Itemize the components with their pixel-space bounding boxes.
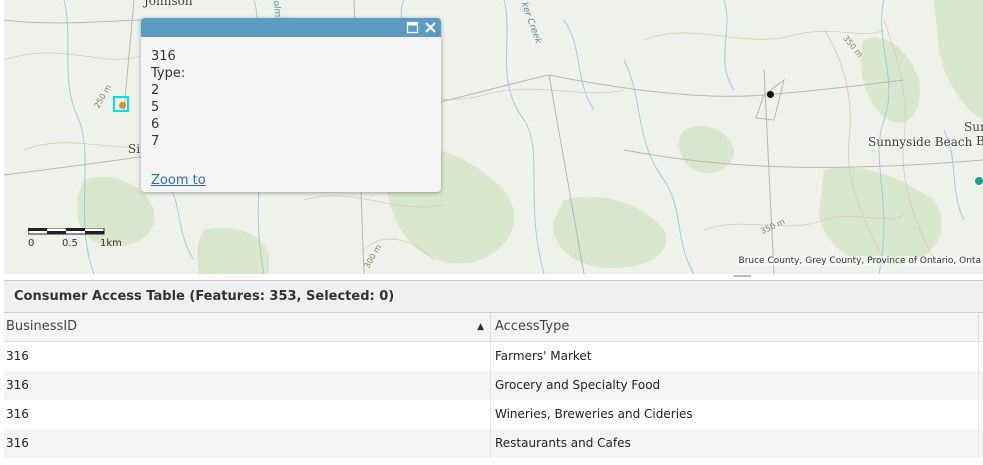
selected-business-marker[interactable] (119, 102, 126, 109)
place-label-sun-partial: Sun (964, 120, 983, 134)
popup-business-id: 316 (151, 49, 176, 64)
grid-header: BusinessID ▲ AccessType (4, 313, 983, 342)
column-header-businessid[interactable]: BusinessID ▲ (4, 313, 491, 341)
popup-type-label: Type: (151, 66, 186, 81)
maximize-icon[interactable] (405, 20, 420, 35)
popup-type-value: 7 (151, 134, 160, 149)
sort-ascending-icon[interactable]: ▲ (477, 313, 484, 341)
scale-label-0: 0 (28, 238, 35, 249)
place-label-sunnyside-beach: Sunnyside Beach (868, 135, 973, 149)
place-label-b-partial: B (976, 134, 983, 148)
splitter-handle[interactable] (733, 275, 751, 277)
table-row[interactable]: 316 Wineries, Breweries and Cideries (4, 400, 983, 429)
table-row[interactable]: 316 Farmers' Market (4, 342, 983, 371)
table-row[interactable]: 316 Restaurants and Cafes (4, 429, 983, 458)
feature-popup: 316 Type: 2 5 6 7 Zoom to (141, 18, 441, 192)
popup-type-value: 2 (151, 83, 160, 98)
map-view[interactable]: Johnson Si Sunnyside Beach Sun B 250 m 3… (4, 0, 983, 274)
cell-access-type: Grocery and Specialty Food (491, 371, 979, 400)
table-title: Consumer Access Table (Features: 353, Se… (4, 281, 983, 313)
place-label-si: Si (128, 142, 141, 156)
place-label-johnson: Johnson (144, 0, 193, 8)
scale-label-half: 0.5 (62, 238, 78, 249)
close-icon[interactable] (423, 20, 438, 35)
business-marker[interactable] (767, 91, 774, 98)
popup-header (141, 18, 441, 37)
zoom-to-link[interactable]: Zoom to (151, 172, 206, 189)
column-header-label: BusinessID (6, 319, 78, 334)
scale-label-1km: 1km (100, 238, 122, 249)
cell-access-type: Wineries, Breweries and Cideries (491, 400, 979, 429)
cell-business-id: 316 (4, 400, 491, 429)
column-header-accesstype[interactable]: AccessType (491, 313, 979, 341)
scale-bar-graphic (28, 228, 105, 235)
business-marker-teal[interactable] (974, 176, 983, 186)
creek-label-partial: olm (270, 0, 283, 18)
cell-access-type: Restaurants and Cafes (491, 429, 979, 458)
attribute-grid: BusinessID ▲ AccessType 316 Farmers' Mar… (4, 313, 983, 458)
cell-business-id: 316 (4, 371, 491, 400)
table-row[interactable]: 316 Grocery and Specialty Food (4, 371, 983, 400)
popup-content: 316 Type: 2 5 6 7 Zoom to (141, 37, 441, 189)
attribute-table-panel: Consumer Access Table (Features: 353, Se… (4, 280, 983, 465)
popup-type-value: 6 (151, 117, 160, 132)
map-attribution: Bruce County, Grey County, Province of O… (736, 256, 983, 266)
cell-access-type: Farmers' Market (491, 342, 979, 371)
cell-business-id: 316 (4, 429, 491, 458)
popup-type-value: 5 (151, 100, 160, 115)
cell-business-id: 316 (4, 342, 491, 371)
column-header-label: AccessType (495, 319, 570, 334)
